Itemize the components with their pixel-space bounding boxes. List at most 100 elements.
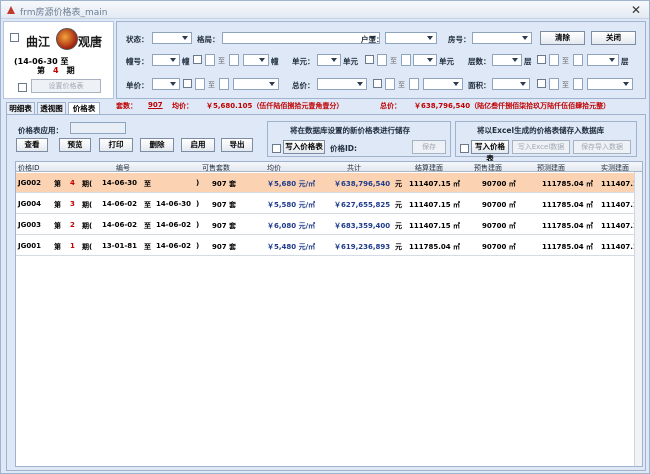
col-measured: 实测建面 bbox=[601, 164, 629, 172]
set-price-checkbox[interactable] bbox=[18, 83, 27, 92]
status-label: 状态： bbox=[126, 35, 149, 44]
cell-total: ￥638,796,540 bbox=[334, 180, 391, 188]
cell-settle: 111785.04 ㎡ bbox=[409, 243, 461, 251]
app-icon bbox=[7, 6, 15, 14]
total-price-label: 总价： bbox=[292, 81, 315, 90]
cell-di: 第 bbox=[54, 222, 61, 230]
area-to-select[interactable] bbox=[587, 78, 633, 90]
preview-button[interactable]: 预览 bbox=[59, 138, 91, 152]
cell-id: JG002 bbox=[18, 179, 41, 187]
cell-avg: ￥5,680 元/㎡ bbox=[267, 180, 316, 188]
cell-id: JG003 bbox=[18, 221, 41, 229]
floor-from-input[interactable] bbox=[549, 54, 559, 66]
area-from-input[interactable] bbox=[549, 78, 559, 90]
building-to-input[interactable] bbox=[229, 54, 239, 66]
cell-from: 13-01-81 bbox=[102, 242, 138, 250]
print-button[interactable]: 打印 bbox=[99, 138, 133, 152]
col-presale: 预售建面 bbox=[474, 164, 502, 172]
set-price-button[interactable]: 设置价格表 bbox=[31, 79, 101, 93]
apply-input[interactable] bbox=[70, 122, 126, 134]
cell-di: 第 bbox=[54, 243, 61, 251]
export-button[interactable]: 导出 bbox=[221, 138, 253, 152]
cell-settle: 111407.15 ㎡ bbox=[409, 180, 461, 188]
period-suffix: 期 bbox=[66, 66, 75, 75]
building-from-input[interactable] bbox=[205, 54, 215, 66]
excel-store-checkbox[interactable] bbox=[460, 144, 469, 153]
enable-button[interactable]: 启用 bbox=[181, 138, 215, 152]
vertical-scrollbar[interactable] bbox=[634, 172, 642, 466]
save-button[interactable]: 保存 bbox=[412, 140, 446, 154]
cell-di: 第 bbox=[54, 180, 61, 188]
unit-select[interactable] bbox=[317, 54, 341, 66]
floor-select[interactable] bbox=[492, 54, 522, 66]
cell-avg: ￥5,480 元/㎡ bbox=[267, 243, 316, 251]
cell-n: 3 bbox=[70, 200, 75, 208]
unit-from-input[interactable] bbox=[377, 54, 387, 66]
total-price-range-checkbox[interactable] bbox=[373, 79, 382, 88]
write-price-table-button[interactable]: 写入价格表 bbox=[283, 140, 325, 154]
db-store-checkbox[interactable] bbox=[272, 144, 281, 153]
floor-suffix: 层 bbox=[524, 57, 532, 66]
col-total: 共计 bbox=[347, 164, 361, 172]
write-price-table-2-button[interactable]: 写入价格表 bbox=[471, 140, 509, 163]
building-to-select[interactable] bbox=[243, 54, 269, 66]
area-label: 面积： bbox=[468, 81, 491, 90]
unit-price-label: 单价： bbox=[126, 81, 149, 90]
cell-count: 907 套 bbox=[212, 201, 237, 209]
room-select[interactable] bbox=[472, 32, 532, 44]
table-row[interactable]: JG001 第 1 期(13-01-81 至 14-06-02) 907 套 ￥5,480 元… bbox=[16, 236, 642, 256]
unit-price-to-input[interactable] bbox=[219, 78, 229, 90]
clear-button[interactable]: 清除 bbox=[540, 31, 585, 45]
cell-count: 907 套 bbox=[212, 180, 237, 188]
building-range-checkbox[interactable] bbox=[193, 55, 202, 64]
avg-value: ￥5,680.105（伍仟陆佰捌拾元壹角壹分） bbox=[206, 102, 344, 110]
area-to-input[interactable] bbox=[573, 78, 583, 90]
total-price-select[interactable] bbox=[317, 78, 367, 90]
area-range-checkbox[interactable] bbox=[537, 79, 546, 88]
total-price-from-input[interactable] bbox=[385, 78, 395, 90]
close-icon[interactable]: ✕ bbox=[631, 3, 641, 17]
view-button[interactable]: 查看 bbox=[16, 138, 48, 152]
table-row[interactable]: JG002 第 4 期(14-06-30 至) 907 套 ￥5,680 元/㎡ ￥638,7… bbox=[16, 173, 642, 193]
cell-from: 14-06-30 bbox=[102, 179, 138, 187]
floor-to-input[interactable] bbox=[573, 54, 583, 66]
unit-to-input[interactable] bbox=[401, 54, 411, 66]
brand-checkbox[interactable] bbox=[10, 33, 19, 42]
save-import-button[interactable]: 保存导入数据 bbox=[573, 140, 631, 154]
area-select[interactable] bbox=[492, 78, 530, 90]
floor-label: 层数： bbox=[468, 57, 491, 66]
cell-n: 1 bbox=[70, 242, 75, 250]
cell-count: 907 套 bbox=[212, 222, 237, 230]
close-button[interactable]: 关闭 bbox=[591, 31, 636, 45]
period-number: 第4期 bbox=[37, 65, 75, 76]
unit-price-select[interactable] bbox=[152, 78, 180, 90]
total-price-to-input[interactable] bbox=[409, 78, 419, 90]
cell-forecast: 111785.04 ㎡ bbox=[542, 243, 594, 251]
unit-suffix: 单元 bbox=[343, 57, 358, 66]
db-store-group: 将在数据库设置的新价格表进行储存 写入价格表 价格ID: 保存 bbox=[267, 121, 451, 157]
unit-type-select[interactable] bbox=[385, 32, 437, 44]
table-row[interactable]: JG004 第 3 期(14-06-02 至 14-06-30) 907 套 ￥5,580 元… bbox=[16, 194, 642, 214]
status-select[interactable] bbox=[152, 32, 192, 44]
layout-select[interactable] bbox=[222, 32, 380, 44]
summary-bar: 套数： 907 均价： ￥5,680.105（伍仟陆佰捌拾元壹角壹分） 总价： … bbox=[116, 100, 646, 112]
table-row[interactable]: JG003 第 2 期(14-06-02 至 14-06-02) 907 套 ￥6,080 元… bbox=[16, 215, 642, 235]
floor-range-checkbox[interactable] bbox=[537, 55, 546, 64]
total-price-to-select[interactable] bbox=[423, 78, 463, 90]
unit-price-to-select[interactable] bbox=[233, 78, 279, 90]
unit-to-select[interactable] bbox=[413, 54, 437, 66]
cell-to_word: 至 bbox=[144, 180, 151, 188]
cell-to: 14-06-02 bbox=[156, 242, 192, 250]
period-prefix: 第 bbox=[37, 66, 45, 75]
unit-range-checkbox[interactable] bbox=[365, 55, 374, 64]
write-excel-button[interactable]: 写入Excel数据 bbox=[512, 140, 570, 154]
building-suffix-2: 幢 bbox=[271, 57, 279, 66]
unit-price-range-checkbox[interactable] bbox=[183, 79, 192, 88]
floor-to-select[interactable] bbox=[587, 54, 619, 66]
col-avg: 均价 bbox=[267, 164, 281, 172]
grid-header: 价格ID 编号 可售套数 均价 共计 结算建面 预售建面 预测建面 实测建面 bbox=[16, 162, 642, 172]
unit-price-from-input[interactable] bbox=[195, 78, 205, 90]
delete-button[interactable]: 删除 bbox=[140, 138, 174, 152]
filter-panel: 状态： 格局： 户型： 房号： 清除 关闭 幢号： 幢 至 幢 单元： 单元 至… bbox=[116, 21, 646, 99]
building-select[interactable] bbox=[152, 54, 180, 66]
